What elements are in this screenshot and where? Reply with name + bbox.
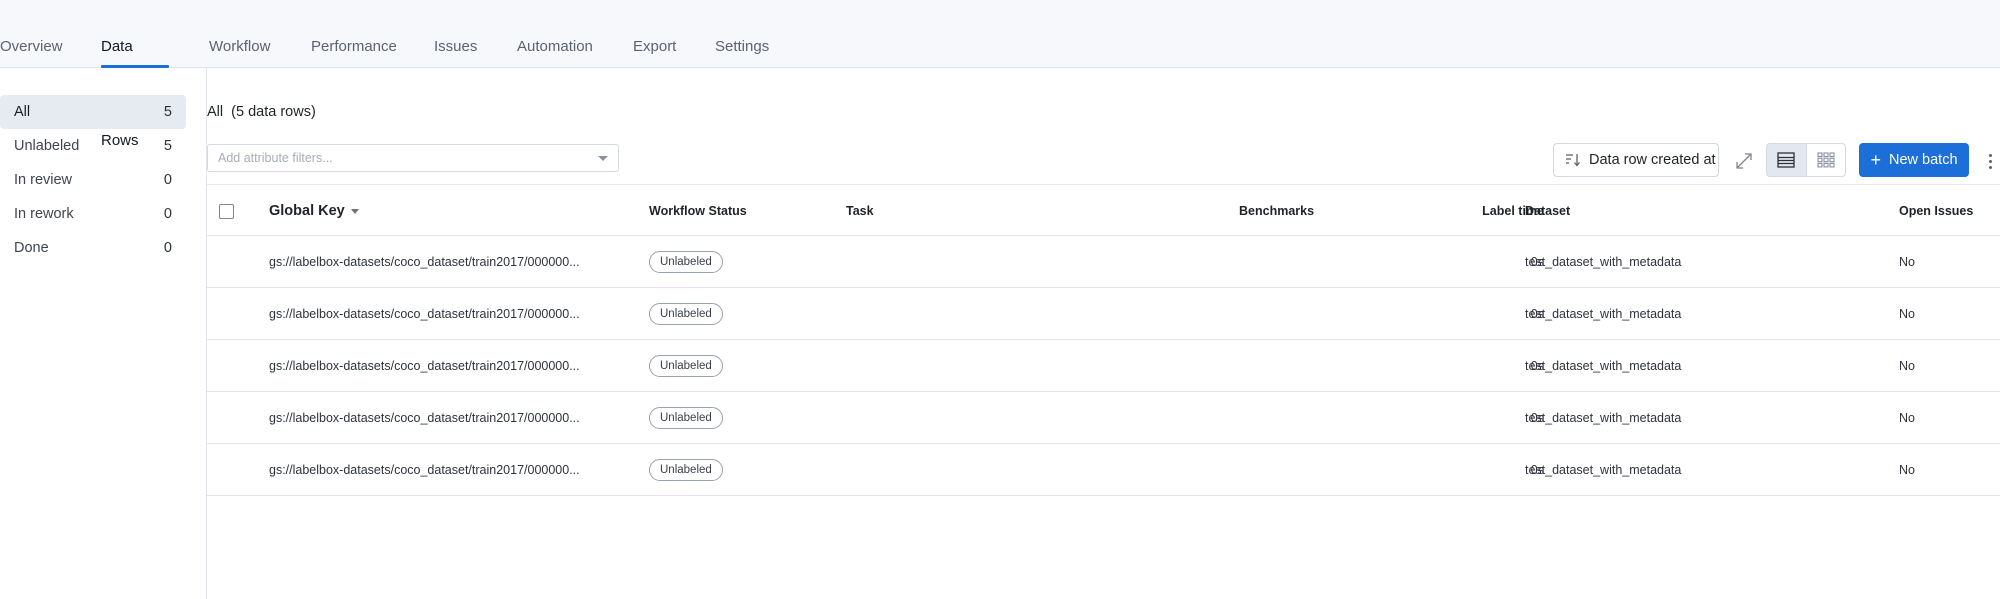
table-header: Global Key Workflow Status Task Benchmar… xyxy=(207,184,2000,236)
sidebar-item-in-rework[interactable]: In rework 0 xyxy=(0,197,186,231)
open-issues-cell: No xyxy=(1899,411,1915,425)
workflow-status-cell: Unlabeled xyxy=(649,288,723,340)
status-badge: Unlabeled xyxy=(649,355,723,377)
tab-automation[interactable]: Automation xyxy=(517,0,593,68)
tab-workflow[interactable]: Workflow xyxy=(209,0,271,68)
global-key-cell[interactable]: gs://labelbox-datasets/coco_dataset/trai… xyxy=(269,288,580,340)
workflow-status-cell: Unlabeled xyxy=(649,444,723,496)
top-tab-bar: Overview Data Rows Workflow Performance … xyxy=(0,0,2000,149)
workflow-status-cell: Unlabeled xyxy=(649,340,723,392)
status-badge: Unlabeled xyxy=(649,459,723,481)
tab-list: Overview Data Rows Workflow Performance … xyxy=(0,0,775,149)
select-all-cell xyxy=(219,185,234,237)
sidebar-item-done[interactable]: Done 0 xyxy=(0,231,186,265)
column-header-task[interactable]: Task xyxy=(846,185,874,237)
table-row[interactable]: gs://labelbox-datasets/coco_dataset/trai… xyxy=(207,340,2000,392)
tab-data-rows[interactable]: Data Rows xyxy=(101,0,169,149)
table-row[interactable]: gs://labelbox-datasets/coco_dataset/trai… xyxy=(207,288,2000,340)
global-key-cell[interactable]: gs://labelbox-datasets/coco_dataset/trai… xyxy=(269,340,580,392)
attribute-filter-input[interactable] xyxy=(208,145,588,171)
sidebar-item-label: In review xyxy=(14,172,73,188)
sidebar-item-count: 5 xyxy=(163,138,172,154)
attribute-filter-dropdown[interactable] xyxy=(207,144,619,172)
kebab-menu-icon[interactable] xyxy=(1985,150,1995,172)
table-row[interactable]: gs://labelbox-datasets/coco_dataset/trai… xyxy=(207,236,2000,288)
dataset-cell: test_dataset_with_metadata xyxy=(1525,359,1682,373)
list-view-icon[interactable] xyxy=(1767,144,1806,176)
sidebar-item-in-review[interactable]: In review 0 xyxy=(0,163,186,197)
page-title: All (5 data rows) xyxy=(207,104,316,120)
expand-icon[interactable] xyxy=(1733,150,1755,172)
tab-overview[interactable]: Overview xyxy=(0,0,63,68)
sidebar-item-all[interactable]: All 5 xyxy=(0,95,186,129)
column-header-workflow-status[interactable]: Workflow Status xyxy=(649,185,747,237)
tab-settings[interactable]: Settings xyxy=(715,0,775,68)
sidebar-item-count: 0 xyxy=(163,206,172,222)
sort-descending-icon xyxy=(1566,154,1580,167)
dataset-cell: test_dataset_with_metadata xyxy=(1525,307,1682,321)
workflow-status-cell: Unlabeled xyxy=(649,236,723,288)
column-header-global-key[interactable]: Global Key xyxy=(269,185,359,237)
dataset-cell: test_dataset_with_metadata xyxy=(1525,411,1682,425)
table-row[interactable]: gs://labelbox-datasets/coco_dataset/trai… xyxy=(207,444,2000,496)
global-key-cell[interactable]: gs://labelbox-datasets/coco_dataset/trai… xyxy=(269,392,580,444)
open-issues-cell: No xyxy=(1899,359,1915,373)
tab-issues[interactable]: Issues xyxy=(434,0,477,68)
data-rows-table: Global Key Workflow Status Task Benchmar… xyxy=(207,184,2000,496)
sidebar-item-label: In rework xyxy=(14,206,74,222)
grid-view-icon[interactable] xyxy=(1805,144,1845,176)
global-key-cell[interactable]: gs://labelbox-datasets/coco_dataset/trai… xyxy=(269,444,580,496)
column-header-open-issues[interactable]: Open Issues xyxy=(1899,185,1973,237)
workflow-status-cell: Unlabeled xyxy=(649,392,723,444)
chevron-down-icon[interactable] xyxy=(598,156,608,161)
sort-button[interactable]: Data row created at xyxy=(1553,143,1719,177)
column-header-dataset[interactable]: Dataset xyxy=(1525,185,1570,237)
open-issues-cell: No xyxy=(1899,255,1915,269)
plus-icon: + xyxy=(1870,150,1881,170)
tab-performance[interactable]: Performance xyxy=(311,0,397,68)
new-batch-button[interactable]: + New batch xyxy=(1859,143,1969,177)
table-row[interactable]: gs://labelbox-datasets/coco_dataset/trai… xyxy=(207,392,2000,444)
sidebar-item-label: Done xyxy=(14,240,49,256)
view-toggle xyxy=(1766,143,1846,177)
main-content: All (5 data rows) Data row created at xyxy=(206,68,2000,599)
sidebar-item-count: 5 xyxy=(163,104,172,120)
new-batch-label: New batch xyxy=(1889,152,1958,168)
open-issues-cell: No xyxy=(1899,463,1915,477)
select-all-checkbox[interactable] xyxy=(219,203,234,219)
status-sidebar: All 5 Unlabeled 5 In review 0 In rework … xyxy=(0,95,186,265)
sidebar-item-unlabeled[interactable]: Unlabeled 5 xyxy=(0,129,186,163)
open-issues-cell: No xyxy=(1899,307,1915,321)
global-key-cell[interactable]: gs://labelbox-datasets/coco_dataset/trai… xyxy=(269,236,580,288)
sort-button-label: Data row created at xyxy=(1589,152,1716,168)
status-badge: Unlabeled xyxy=(649,407,723,429)
column-header-benchmarks[interactable]: Benchmarks xyxy=(1239,185,1314,237)
dataset-cell: test_dataset_with_metadata xyxy=(1525,255,1682,269)
sidebar-item-label: Unlabeled xyxy=(14,138,80,154)
chevron-down-icon[interactable] xyxy=(350,208,359,214)
status-badge: Unlabeled xyxy=(649,303,723,325)
sidebar-item-count: 0 xyxy=(163,240,172,256)
dataset-cell: test_dataset_with_metadata xyxy=(1525,463,1682,477)
sidebar-item-label: All xyxy=(14,104,31,120)
sidebar-item-count: 0 xyxy=(163,172,172,188)
tab-export[interactable]: Export xyxy=(633,0,677,68)
status-badge: Unlabeled xyxy=(649,251,723,273)
